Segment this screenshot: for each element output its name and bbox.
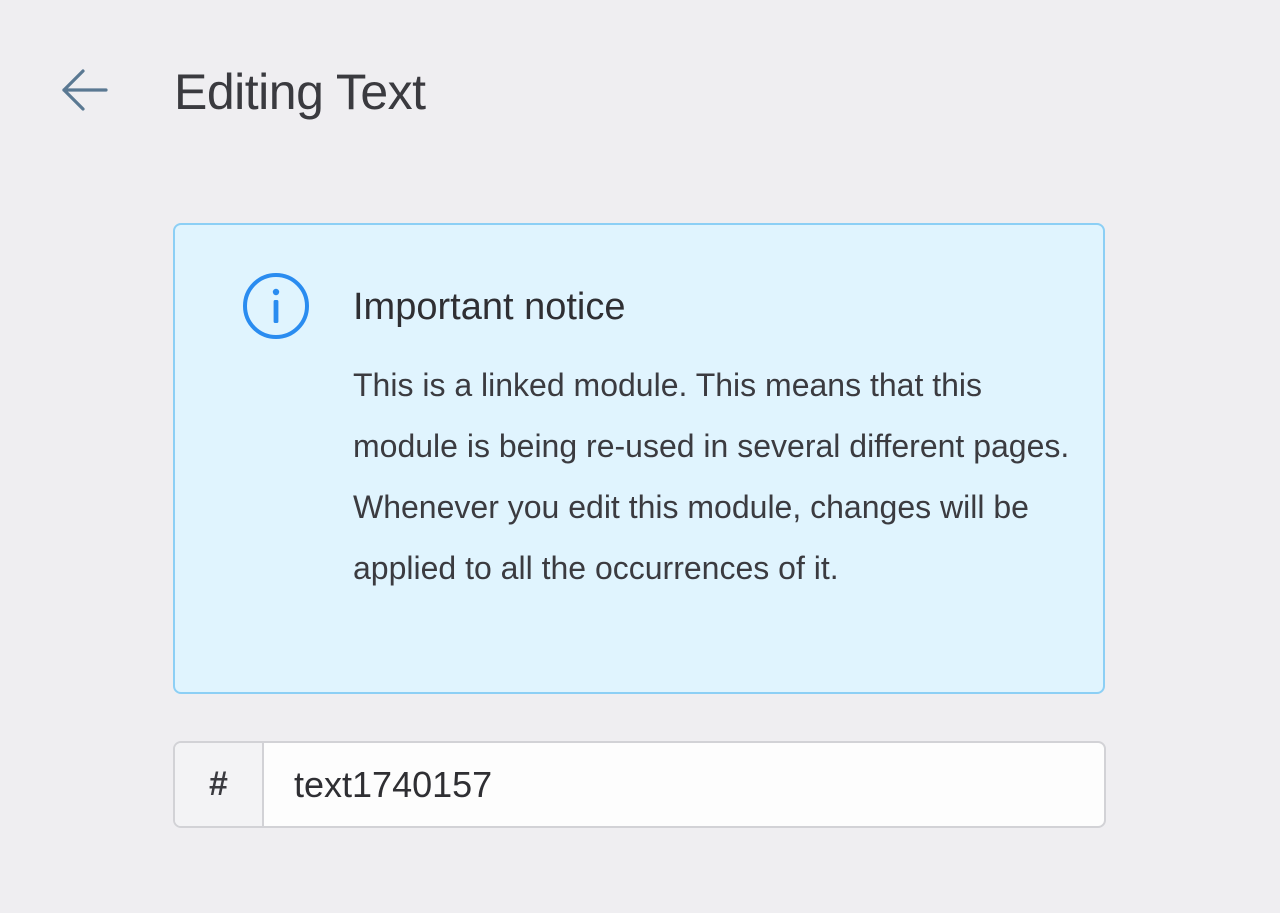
back-button[interactable] — [52, 58, 116, 122]
module-id-input[interactable] — [264, 743, 1104, 826]
page-title: Editing Text — [174, 64, 426, 120]
notice-title: Important notice — [353, 286, 626, 328]
module-id-field: # — [173, 741, 1106, 828]
arrow-left-icon — [62, 69, 108, 111]
info-icon — [243, 273, 309, 339]
linked-module-notice: Important notice This is a linked module… — [173, 223, 1105, 694]
page-header: Editing Text — [0, 0, 1280, 180]
hash-prefix-label: # — [175, 743, 264, 826]
notice-body: This is a linked module. This means that… — [353, 367, 1070, 586]
